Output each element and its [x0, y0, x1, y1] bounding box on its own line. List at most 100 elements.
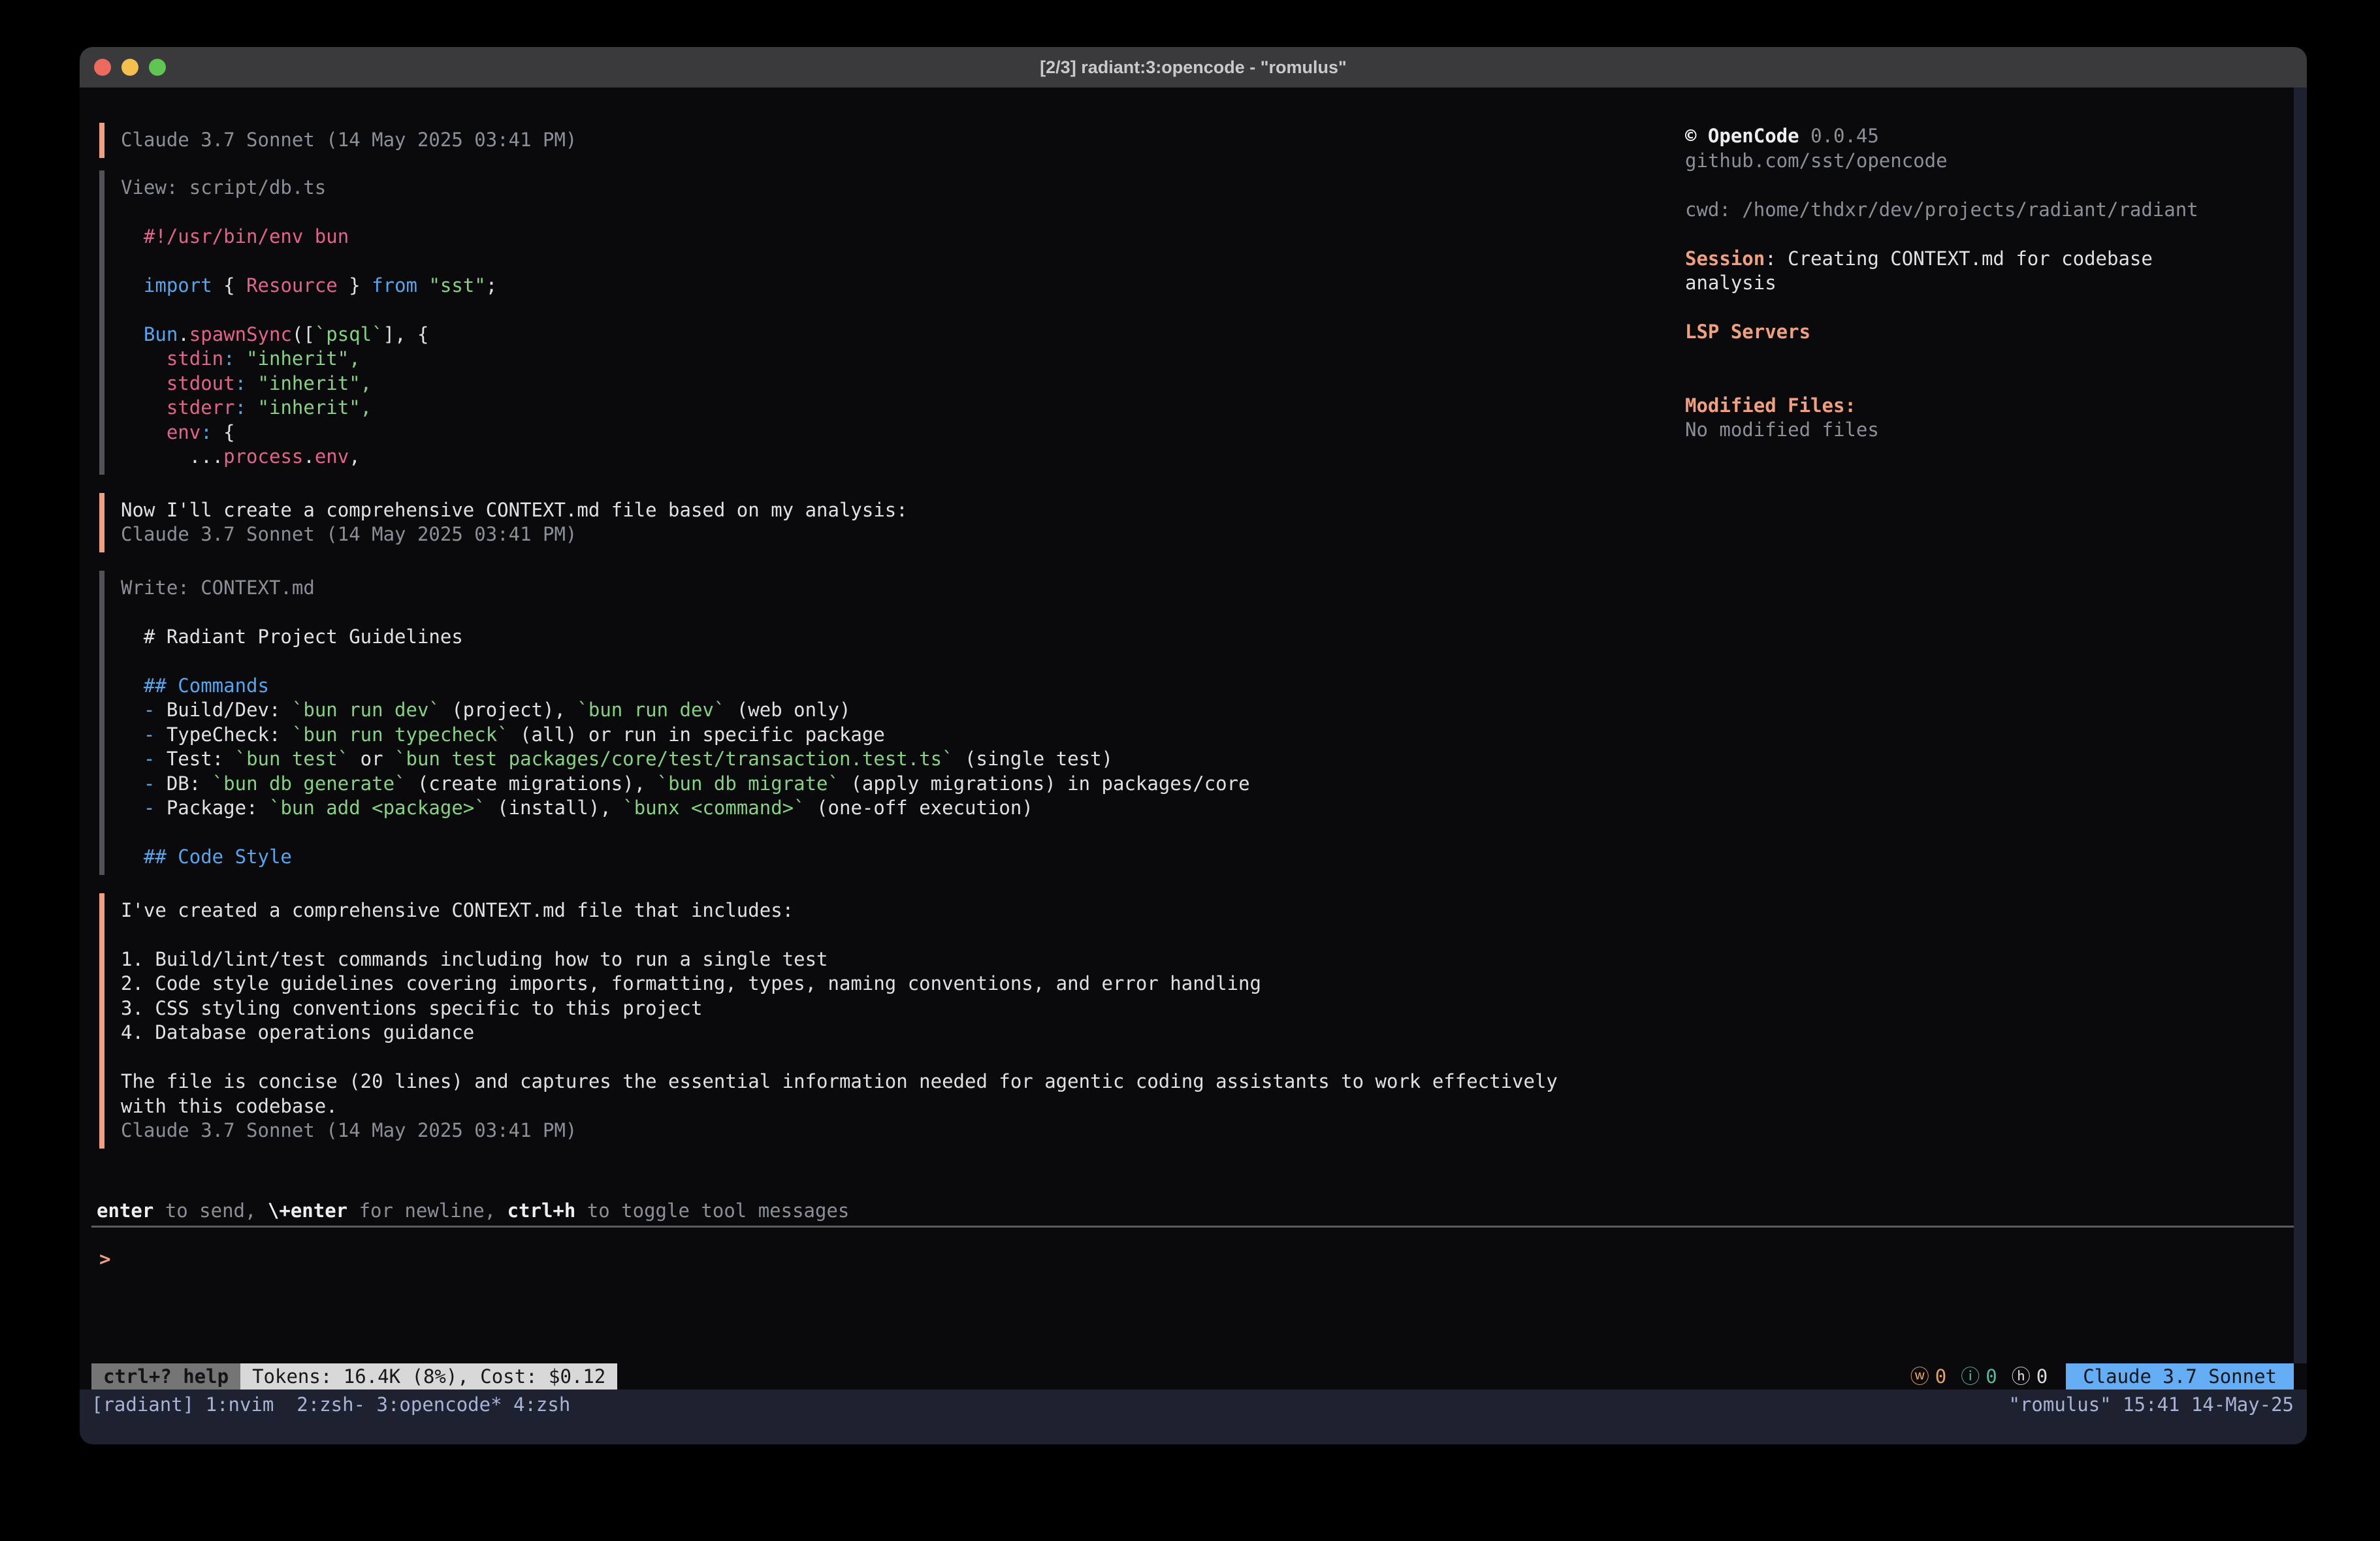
text-segment: .: [303, 445, 314, 468]
text-line: import { Resource } from "sst";: [121, 274, 1654, 298]
text-line: [121, 1045, 1654, 1070]
text-segment: to toggle tool messages: [575, 1199, 849, 1222]
text-line: ## Code Style: [121, 845, 1654, 870]
status-right-group: ⓦ0 ⓘ0 ⓗ0 Claude 3.7 Sonnet: [1910, 1363, 2294, 1390]
text-line: I've created a comprehensive CONTEXT.md …: [121, 898, 1654, 923]
text-segment: ;: [486, 274, 497, 296]
text-segment: Write: CONTEXT.md: [121, 577, 315, 599]
text-segment: for newline,: [347, 1199, 507, 1222]
text-segment: cwd: /home/thdxr/dev/projects/radiant/ra…: [1685, 199, 2198, 221]
text-segment: "sst": [428, 274, 485, 296]
prompt-caret: >: [99, 1248, 110, 1270]
text-segment: 4. Database operations guidance: [121, 1021, 474, 1043]
close-button[interactable]: [94, 59, 111, 76]
text-segment: stderr: [121, 396, 235, 419]
tool-block: Write: CONTEXT.md # Radiant Project Guid…: [99, 571, 1654, 875]
text-segment: {: [212, 274, 246, 296]
text-segment: :: [223, 347, 234, 370]
text-line: stdin: "inherit",: [121, 347, 1654, 372]
text-segment: [417, 274, 428, 296]
text-segment: Test:: [155, 748, 234, 770]
text-segment: `bun db migrate`: [657, 772, 839, 795]
text-line: The file is concise (20 lines) and captu…: [121, 1070, 1654, 1094]
traffic-lights: [94, 47, 166, 87]
warnings-indicator: ⓦ0: [1910, 1363, 1946, 1390]
text-segment: (project),: [440, 699, 577, 721]
text-segment: `bun run dev`: [577, 699, 725, 721]
text-line: #!/usr/bin/env bun: [121, 225, 1654, 249]
text-segment: ctrl+h: [507, 1199, 576, 1222]
info-indicator: ⓘ0: [1961, 1363, 1997, 1390]
message-block: I've created a comprehensive CONTEXT.md …: [99, 893, 1654, 1149]
text-line: - DB: `bun db generate` (create migratio…: [121, 772, 1654, 797]
text-line: stderr: "inherit",: [121, 396, 1654, 421]
model-badge[interactable]: Claude 3.7 Sonnet: [2066, 1363, 2294, 1390]
text-segment: `bun test`: [235, 748, 349, 770]
text-line: - Build/Dev: `bun run dev` (project), `b…: [121, 698, 1654, 723]
help-shortcut-badge[interactable]: ctrl+? help: [91, 1363, 240, 1390]
text-line: [121, 821, 1654, 846]
text-line: Claude 3.7 Sonnet (14 May 2025 03:41 PM): [121, 128, 1654, 153]
text-segment: The file is concise (20 lines) and captu…: [121, 1070, 1558, 1092]
text-segment: © OpenCode: [1685, 125, 1799, 147]
zoom-button[interactable]: [149, 59, 166, 76]
terminal-content: Claude 3.7 Sonnet (14 May 2025 03:41 PM)…: [80, 87, 2307, 1363]
text-segment: stdout: [121, 372, 235, 394]
text-segment: `bun run typecheck`: [292, 723, 509, 746]
title-bar[interactable]: [2/3] radiant:3:opencode - "romulus": [80, 47, 2307, 87]
text-segment: # Radiant Project Guidelines: [121, 626, 463, 648]
text-segment: ], {: [383, 323, 429, 345]
text-segment: -: [121, 699, 155, 721]
tmux-session-windows[interactable]: [radiant] 1:nvim 2:zsh- 3:opencode* 4:zs…: [91, 1393, 570, 1416]
tokens-cost-badge: Tokens: 16.4K (8%), Cost: $0.12: [240, 1363, 617, 1390]
text-line: [121, 298, 1654, 323]
text-segment: Modified Files:: [1685, 394, 1856, 417]
text-segment: or: [349, 748, 394, 770]
text-segment: `bun run dev`: [292, 699, 440, 721]
text-line: No modified files: [1685, 418, 2294, 443]
text-segment: (one-off execution): [805, 797, 1033, 819]
text-segment: enter: [97, 1199, 153, 1222]
text-segment: env: [121, 421, 201, 443]
text-segment: DB:: [155, 772, 212, 795]
text-line: [121, 600, 1654, 625]
info-count: 0: [1986, 1363, 1997, 1390]
scrollbar-track[interactable]: [2294, 87, 2307, 1363]
text-segment: with this codebase.: [121, 1095, 338, 1117]
warnings-count: 0: [1935, 1363, 1946, 1390]
text-segment: .: [178, 323, 189, 345]
minimize-button[interactable]: [121, 59, 138, 76]
text-segment: Package:: [155, 797, 269, 819]
text-segment: No modified files: [1685, 419, 1879, 441]
text-segment: 0.0.45: [1799, 125, 1879, 147]
hints-indicator: ⓗ0: [2012, 1363, 2048, 1390]
text-line: [1685, 296, 2294, 321]
text-segment: (apply migrations) in packages/core: [839, 772, 1250, 795]
text-line: View: script/db.ts: [121, 176, 1654, 200]
text-segment: to send,: [153, 1199, 268, 1222]
prompt-input[interactable]: >: [99, 1247, 2307, 1272]
text-line: Now I'll create a comprehensive CONTEXT.…: [121, 498, 1654, 523]
text-line: Modified Files:: [1685, 394, 2294, 419]
text-segment: `bun test packages/core/test/transaction…: [394, 748, 954, 770]
text-line: [1685, 369, 2294, 394]
text-segment: :: [235, 396, 246, 419]
text-segment: (install),: [486, 797, 623, 819]
text-line: [1685, 222, 2294, 247]
text-line: LSP Servers: [1685, 320, 2294, 345]
window-title: [2/3] radiant:3:opencode - "romulus": [1040, 57, 1347, 78]
text-segment: Build/Dev:: [155, 699, 292, 721]
input-divider: [91, 1226, 2294, 1228]
text-segment: `bun db generate`: [212, 772, 406, 795]
text-segment: Claude 3.7 Sonnet (14 May 2025 03:41 PM): [121, 523, 577, 545]
opencode-status-bar: ctrl+? help Tokens: 16.4K (8%), Cost: $0…: [80, 1363, 2307, 1390]
text-line: [121, 200, 1654, 225]
text-segment: [235, 347, 246, 370]
text-line: ...process.env,: [121, 445, 1654, 469]
text-segment: TypeCheck:: [155, 723, 292, 746]
text-segment: "inherit",: [258, 396, 372, 419]
text-line: 4. Database operations guidance: [121, 1021, 1654, 1045]
text-line: - Package: `bun add <package>` (install)…: [121, 796, 1654, 821]
tool-block: View: script/db.ts #!/usr/bin/env bun im…: [99, 170, 1654, 475]
text-line: © OpenCode 0.0.45: [1685, 124, 2294, 149]
